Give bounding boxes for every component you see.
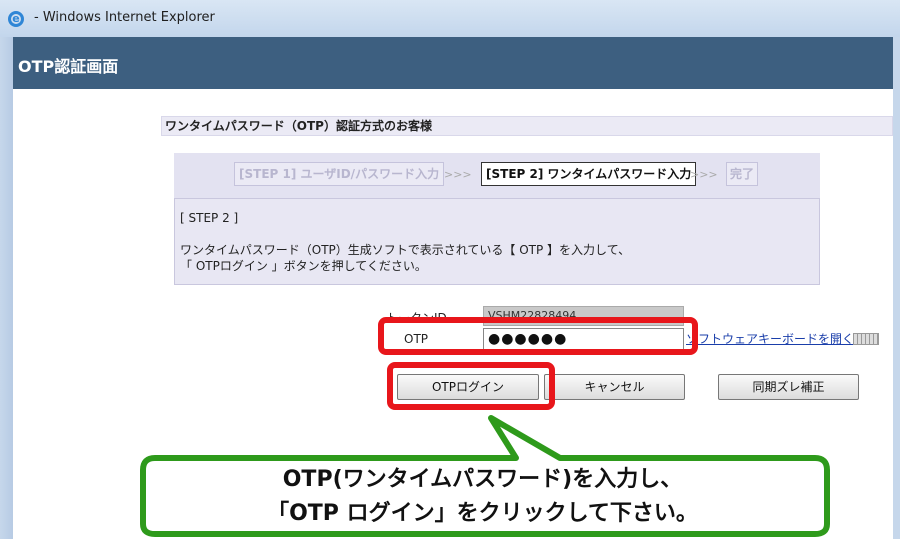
callout-line-1: OTP(ワンタイムパスワード)を入力し、 [282,467,683,492]
callout-bubble [140,415,830,537]
callout-line-2: 「OTP ログイン」をクリックして下さい。 [267,501,698,526]
